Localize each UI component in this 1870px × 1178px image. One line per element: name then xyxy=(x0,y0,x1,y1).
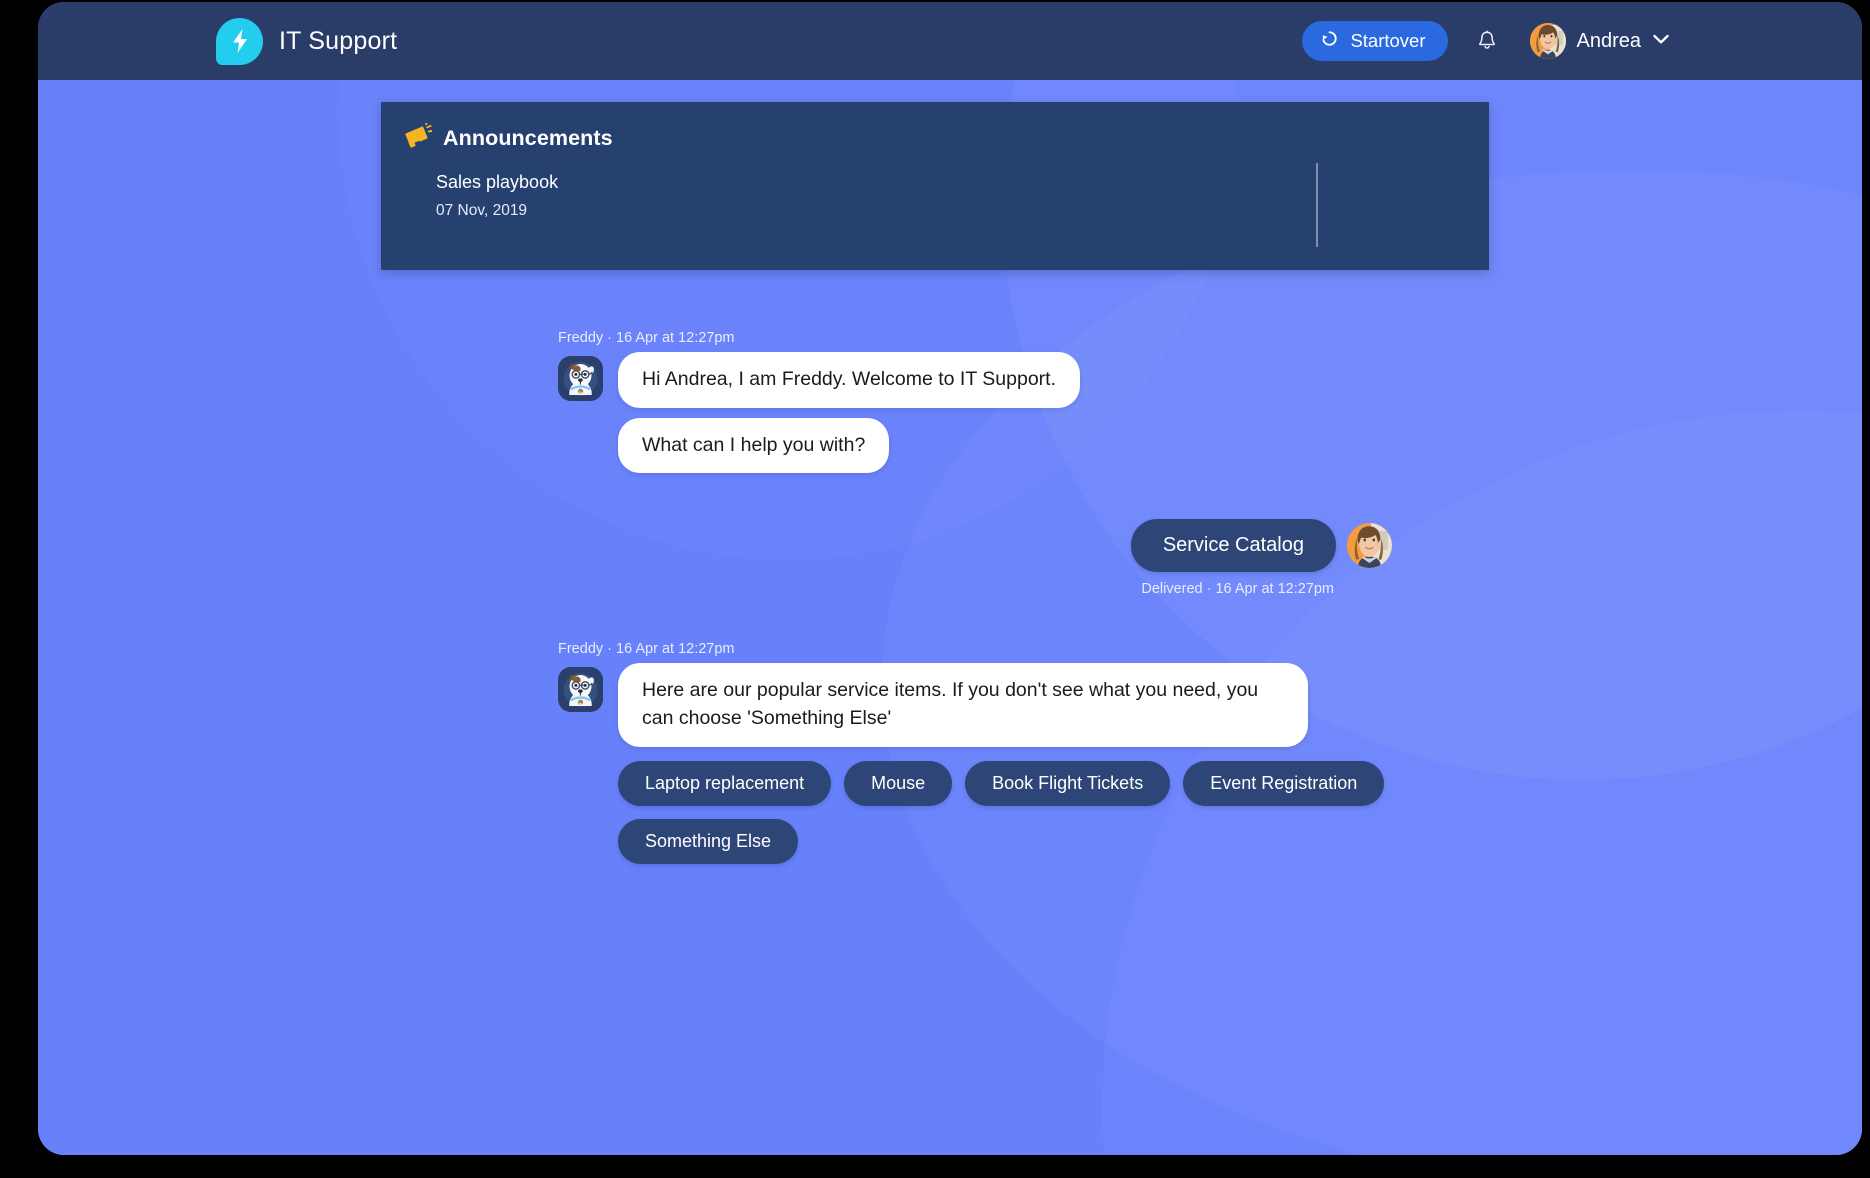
quick-reply-something-else[interactable]: Something Else xyxy=(618,819,798,864)
bell-icon[interactable] xyxy=(1470,24,1504,58)
header-actions: Startover xyxy=(1302,21,1670,61)
chat-canvas: Announcements Sales playbook 07 Nov, 201… xyxy=(38,80,1862,1155)
message-list: Freddy · 16 Apr at 12:27pm xyxy=(38,80,1862,1155)
dog-avatar-icon xyxy=(558,667,603,712)
bot-message-bubble: Hi Andrea, I am Freddy. Welcome to IT Su… xyxy=(618,352,1080,408)
message-meta: Freddy · 16 Apr at 12:27pm xyxy=(558,330,1862,346)
brand: IT Support xyxy=(216,18,397,65)
chat-window: IT Support Startover xyxy=(38,2,1862,1155)
chevron-down-icon xyxy=(1652,32,1670,50)
lightning-bolt-drop-icon xyxy=(216,18,263,65)
quick-reply-laptop-replacement[interactable]: Laptop replacement xyxy=(618,761,831,806)
user-menu[interactable]: Andrea xyxy=(1530,23,1671,59)
startover-button[interactable]: Startover xyxy=(1302,21,1447,61)
user-message-bubble: Service Catalog xyxy=(1131,519,1336,572)
user-name-label: Andrea xyxy=(1577,30,1642,53)
app-header: IT Support Startover xyxy=(38,2,1862,80)
quick-reply-mouse[interactable]: Mouse xyxy=(844,761,952,806)
bot-message-bubble: What can I help you with? xyxy=(618,418,889,474)
message-group-bot: Freddy · 16 Apr at 12:27pm xyxy=(38,641,1862,863)
message-group-user: Service Catalog xyxy=(38,519,1862,597)
app-title: IT Support xyxy=(279,27,397,56)
bot-message-bubble: Here are our popular service items. If y… xyxy=(618,663,1308,746)
message-meta: Freddy · 16 Apr at 12:27pm xyxy=(558,641,1862,657)
rotate-ccw-icon xyxy=(1320,29,1339,53)
quick-reply-list: Laptop replacement Mouse Book Flight Tic… xyxy=(618,761,1388,864)
avatar xyxy=(1347,523,1392,568)
startover-label: Startover xyxy=(1350,30,1425,52)
quick-reply-event-registration[interactable]: Event Registration xyxy=(1183,761,1384,806)
dog-avatar-icon xyxy=(558,356,603,401)
avatar xyxy=(1530,23,1566,59)
message-group-bot: Freddy · 16 Apr at 12:27pm xyxy=(38,330,1862,473)
quick-reply-book-flight-tickets[interactable]: Book Flight Tickets xyxy=(965,761,1170,806)
message-status: Delivered · 16 Apr at 12:27pm xyxy=(1141,581,1334,597)
